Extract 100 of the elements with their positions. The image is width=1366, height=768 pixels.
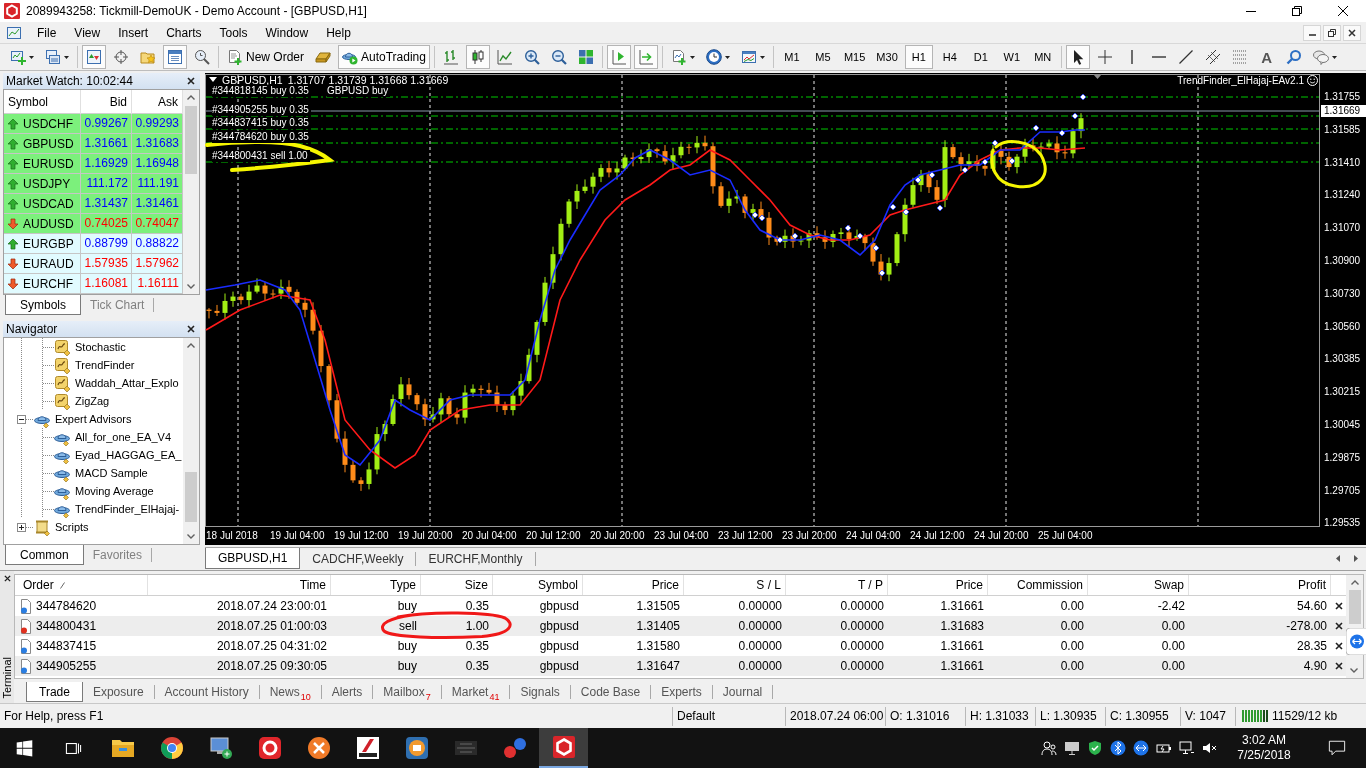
- terminal-button[interactable]: [163, 45, 187, 69]
- tree-item[interactable]: Eyad_HAGGAG_EA_: [75, 449, 182, 461]
- tree-item[interactable]: Waddah_Attar_Explo: [75, 377, 179, 389]
- panel-tab[interactable]: Common: [5, 545, 84, 565]
- quote-row[interactable]: AUDUSD 0.74025 0.74047: [4, 214, 183, 234]
- table-row[interactable]: 344905255 2018.07.25 09:30:05 buy 0.35 gbpusd 1.31647 0.00000 0.00000 1.31661 0.00 0.00 4.90: [15, 656, 1346, 676]
- period-button[interactable]: M5: [808, 45, 837, 69]
- clock-time[interactable]: 3:02 AM: [1242, 733, 1286, 748]
- quote-row[interactable]: USDJPY 111.172 111.191: [4, 174, 183, 194]
- period-button[interactable]: D1: [966, 45, 995, 69]
- close-icon[interactable]: [1335, 622, 1343, 630]
- terminal-tab[interactable]: Market$_{41}$: [441, 685, 511, 699]
- panel-tab[interactable]: Symbols: [5, 295, 81, 315]
- period-button[interactable]: H4: [935, 45, 964, 69]
- terminal-tab[interactable]: Alerts: [321, 685, 374, 699]
- smiley-icon[interactable]: [1307, 75, 1318, 86]
- period-button[interactable]: M15: [839, 45, 870, 69]
- text-tool-button[interactable]: A: [1254, 45, 1279, 69]
- period-button[interactable]: M30: [872, 45, 902, 69]
- close-icon[interactable]: [1335, 602, 1343, 610]
- menu-item[interactable]: Window: [256, 22, 318, 43]
- tree-item[interactable]: TrendFinder: [75, 359, 135, 371]
- network-icon[interactable]: [1179, 740, 1195, 756]
- terminal-tab[interactable]: Journal: [712, 685, 774, 699]
- period-button[interactable]: H1: [904, 45, 933, 69]
- menu-item[interactable]: Tools: [210, 22, 257, 43]
- menu-item[interactable]: Help: [317, 22, 360, 43]
- notification-icon[interactable]: [1328, 739, 1346, 757]
- vertical-scrollbar[interactable]: [183, 90, 199, 294]
- scroll-down-icon[interactable]: [187, 284, 195, 289]
- scroll-up-icon[interactable]: [187, 95, 195, 100]
- terminal-tab[interactable]: News$_{10}$: [259, 685, 322, 699]
- terminal-tab[interactable]: Code Base: [570, 685, 652, 699]
- terminal-tab[interactable]: Trade: [26, 682, 83, 702]
- scroll-thumb[interactable]: [1348, 590, 1361, 624]
- market-watch-button[interactable]: [82, 45, 106, 69]
- clock-date[interactable]: 7/25/2018: [1237, 748, 1291, 763]
- terminal-tab[interactable]: Mailbox$_{7}$: [373, 685, 442, 699]
- bluetooth-icon[interactable]: [1110, 740, 1126, 756]
- panel-tab[interactable]: Favorites: [83, 548, 153, 562]
- tree-toggle-icon[interactable]: [16, 414, 26, 424]
- tree-item[interactable]: ZigZag: [75, 395, 110, 407]
- close-icon[interactable]: [1335, 642, 1343, 650]
- period-button[interactable]: W1: [997, 45, 1026, 69]
- quote-row[interactable]: EURUSD 1.16929 1.16948: [4, 154, 183, 174]
- scroll-down-icon[interactable]: [187, 534, 195, 539]
- tree-item[interactable]: Expert Advisors: [55, 413, 132, 425]
- tree-item[interactable]: Scripts: [55, 521, 89, 533]
- auto-trading-button[interactable]: AutoTrading: [338, 45, 430, 69]
- period-button[interactable]: MN: [1028, 45, 1057, 69]
- dropdown-triangle-icon[interactable]: [209, 77, 217, 82]
- table-row[interactable]: 344800431 2018.07.25 01:00:03 sell 1.00 gbpusd 1.31405 0.00000 0.00000 1.31683 0.00 0.00 -278.00: [15, 616, 1346, 636]
- candles-button[interactable]: [465, 45, 490, 69]
- quote-row[interactable]: USDCHF 0.99267 0.99293: [4, 114, 183, 134]
- chart-tab[interactable]: EURCHF,Monthly: [416, 552, 536, 566]
- tree-item[interactable]: MACD Sample: [75, 467, 148, 479]
- scroll-right-icon[interactable]: [1354, 555, 1358, 562]
- cursor-button[interactable]: [1065, 45, 1090, 69]
- close-icon[interactable]: [1335, 662, 1343, 670]
- scroll-left-icon[interactable]: [1336, 555, 1340, 562]
- close-icon[interactable]: [3, 575, 11, 582]
- speaker-mute-icon[interactable]: [1202, 740, 1218, 756]
- terminal-tab[interactable]: Account History: [154, 685, 260, 699]
- terminal-tab[interactable]: Signals: [510, 685, 571, 699]
- people-icon[interactable]: [1041, 740, 1057, 756]
- close-icon[interactable]: [187, 77, 195, 85]
- scroll-down-icon[interactable]: [1350, 668, 1358, 673]
- scroll-thumb[interactable]: [185, 106, 197, 174]
- panel-tab[interactable]: Tick Chart: [81, 298, 155, 312]
- minimize-button[interactable]: [1303, 24, 1321, 41]
- order-line[interactable]: [205, 161, 1320, 163]
- terminal-tab[interactable]: Exposure: [82, 685, 155, 699]
- terminal-tab[interactable]: Experts: [651, 685, 713, 699]
- menu-item[interactable]: File: [28, 22, 66, 43]
- chart-tab[interactable]: CADCHF,Weekly: [300, 552, 417, 566]
- double-arrow-circle-icon[interactable]: [1133, 740, 1149, 756]
- tree-toggle-icon[interactable]: [16, 522, 26, 532]
- tree-item[interactable]: TrendFinder_ElHajaj-: [75, 503, 180, 515]
- shift-marker-icon[interactable]: [1093, 74, 1102, 79]
- shield-check-icon[interactable]: [1087, 740, 1103, 756]
- quote-row[interactable]: EURAUD 1.57935 1.57962: [4, 254, 183, 274]
- chart-tab[interactable]: GBPUSD,H1: [205, 548, 301, 569]
- quote-row[interactable]: EURCHF 1.16081 1.16111: [4, 274, 183, 294]
- order-line[interactable]: [205, 142, 1320, 144]
- close-icon[interactable]: [187, 325, 195, 333]
- menu-item[interactable]: View: [65, 22, 110, 43]
- tree-item[interactable]: Stochastic: [75, 341, 126, 353]
- quote-row[interactable]: EURGBP 0.88799 0.88822: [4, 234, 183, 254]
- menu-item[interactable]: Charts: [157, 22, 211, 43]
- scroll-up-icon[interactable]: [187, 343, 195, 348]
- quote-row[interactable]: GBPUSD 1.31661 1.31683: [4, 134, 183, 154]
- scroll-up-icon[interactable]: [1350, 580, 1359, 585]
- new-order-button[interactable]: New Order: [223, 45, 308, 69]
- close-button[interactable]: [1343, 24, 1361, 41]
- period-button[interactable]: M1: [777, 45, 806, 69]
- tree-item[interactable]: All_for_one_EA_V4: [75, 431, 171, 443]
- tree-item[interactable]: Moving Average: [75, 485, 154, 497]
- taskbar-button[interactable]: [539, 728, 588, 768]
- monitor-icon[interactable]: [1064, 740, 1080, 756]
- restore-button[interactable]: [1323, 24, 1341, 41]
